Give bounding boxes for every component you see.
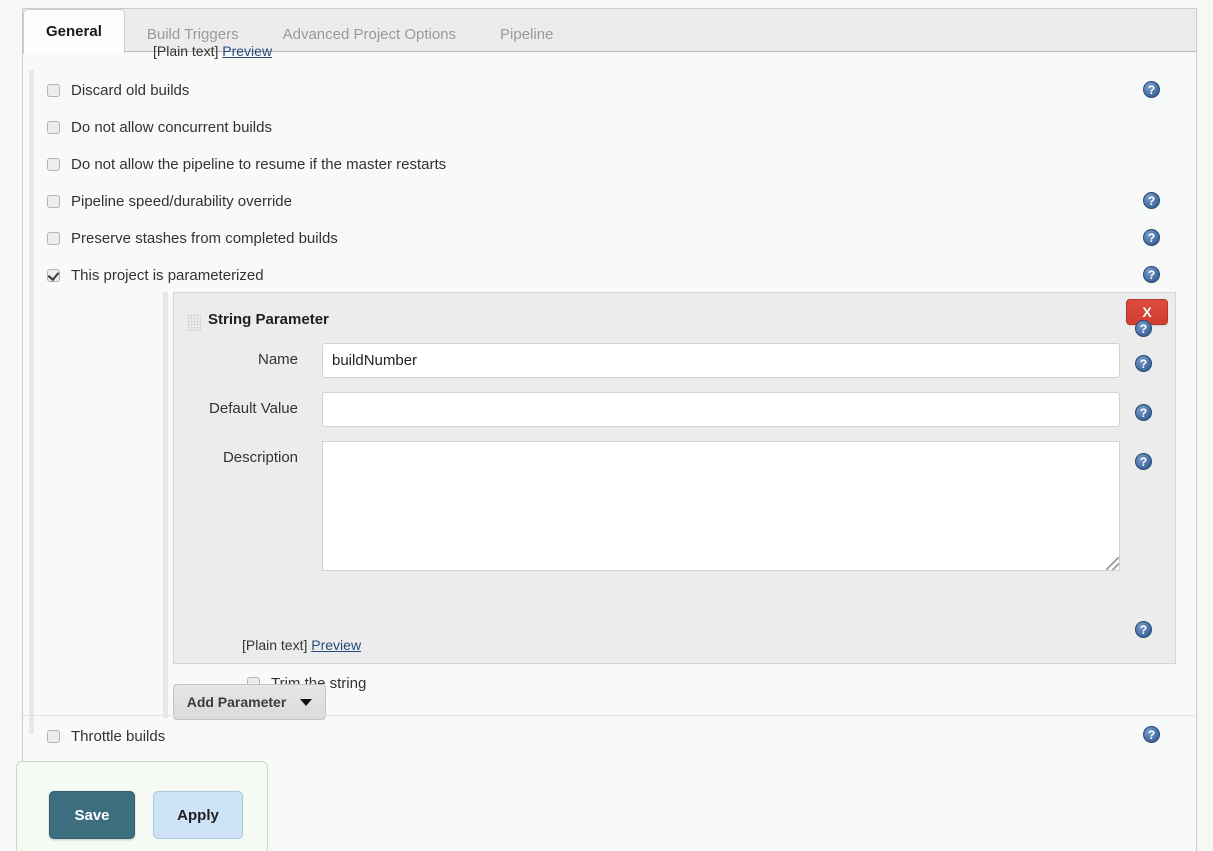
help-icon-trim-the-string[interactable] <box>1135 621 1152 638</box>
option-row-project-is-parameterized[interactable]: This project is parameterized <box>47 264 264 286</box>
help-icon-project-is-parameterized[interactable] <box>1143 266 1160 283</box>
option-label-throttle-builds: Throttle builds <box>71 728 165 745</box>
help-icon-speed-durability-override[interactable] <box>1143 192 1160 209</box>
checkbox-no-resume-on-master-restart[interactable] <box>47 158 60 171</box>
section-divider <box>23 715 1198 716</box>
label-parameter-description: Description <box>188 449 298 466</box>
tab-general[interactable]: General <box>23 9 125 54</box>
option-row-speed-durability-override[interactable]: Pipeline speed/durability override <box>47 190 292 212</box>
tab-pipeline[interactable]: Pipeline <box>478 15 575 53</box>
checkbox-no-concurrent-builds[interactable] <box>47 121 60 134</box>
tab-build-triggers-label: Build Triggers <box>147 26 239 43</box>
config-tabs: General Build Triggers Advanced Project … <box>23 9 575 53</box>
chevron-down-icon <box>300 699 312 706</box>
preview-link[interactable]: Preview <box>311 637 361 653</box>
checkbox-project-is-parameterized[interactable] <box>47 269 60 282</box>
input-parameter-name[interactable] <box>322 343 1120 378</box>
string-parameter-title: String Parameter <box>208 311 329 328</box>
option-row-preserve-stashes[interactable]: Preserve stashes from completed builds <box>47 227 338 249</box>
apply-button[interactable]: Apply <box>153 791 243 839</box>
tab-advanced-project-options[interactable]: Advanced Project Options <box>261 15 478 53</box>
checkbox-speed-durability-override[interactable] <box>47 195 60 208</box>
option-label-no-concurrent-builds: Do not allow concurrent builds <box>71 119 272 136</box>
input-parameter-default-value[interactable] <box>322 392 1120 427</box>
tab-advanced-project-options-label: Advanced Project Options <box>283 26 456 43</box>
clipped-preview-link[interactable]: Preview <box>222 43 272 59</box>
checkbox-discard-old-builds[interactable] <box>47 84 60 97</box>
option-label-preserve-stashes: Preserve stashes from completed builds <box>71 230 338 247</box>
config-content-pane: [Plain text] Preview Discard old builds … <box>22 52 1197 851</box>
save-button[interactable]: Save <box>49 791 135 839</box>
checkbox-throttle-builds[interactable] <box>47 730 60 743</box>
checkbox-preserve-stashes[interactable] <box>47 232 60 245</box>
option-row-no-concurrent-builds[interactable]: Do not allow concurrent builds <box>47 116 272 138</box>
parameters-container: String Parameter X Name Default Value De… <box>47 292 1176 718</box>
help-icon-preserve-stashes[interactable] <box>1143 229 1160 246</box>
label-parameter-name: Name <box>188 351 298 368</box>
option-row-discard-old-builds[interactable]: Discard old builds <box>47 79 189 101</box>
string-parameter-panel: String Parameter X Name Default Value De… <box>173 292 1176 664</box>
option-label-discard-old-builds: Discard old builds <box>71 82 189 99</box>
drag-grip-icon[interactable] <box>187 314 201 331</box>
tab-pipeline-label: Pipeline <box>500 26 553 43</box>
help-icon-string-parameter[interactable] <box>1135 320 1152 337</box>
textarea-parameter-description[interactable] <box>322 441 1120 571</box>
description-markup-note: [Plain text] Preview <box>242 637 361 653</box>
clipped-plain-text-label: [Plain text] <box>153 43 218 59</box>
parameters-left-rule <box>163 292 168 718</box>
option-label-project-is-parameterized: This project is parameterized <box>71 267 264 284</box>
help-icon-parameter-name[interactable] <box>1135 355 1152 372</box>
section-left-rule <box>29 70 34 734</box>
add-parameter-label: Add Parameter <box>187 694 287 710</box>
help-icon-parameter-description[interactable] <box>1135 453 1152 470</box>
help-icon-discard-old-builds[interactable] <box>1143 81 1160 98</box>
tab-general-label: General <box>46 23 102 40</box>
label-parameter-default-value: Default Value <box>188 400 298 417</box>
help-icon-throttle-builds[interactable] <box>1143 726 1160 743</box>
option-row-throttle-builds[interactable]: Throttle builds <box>47 725 165 747</box>
help-icon-parameter-default-value[interactable] <box>1135 404 1152 421</box>
plain-text-label: [Plain text] <box>242 637 307 653</box>
clipped-markup-note: [Plain text] Preview <box>153 43 272 59</box>
form-action-bar: Save Apply <box>16 761 268 851</box>
option-row-no-resume-on-master-restart[interactable]: Do not allow the pipeline to resume if t… <box>47 153 446 175</box>
jenkins-job-config-screen: General Build Triggers Advanced Project … <box>0 0 1213 851</box>
option-label-no-resume-on-master-restart: Do not allow the pipeline to resume if t… <box>71 156 446 173</box>
option-label-speed-durability-override: Pipeline speed/durability override <box>71 193 292 210</box>
